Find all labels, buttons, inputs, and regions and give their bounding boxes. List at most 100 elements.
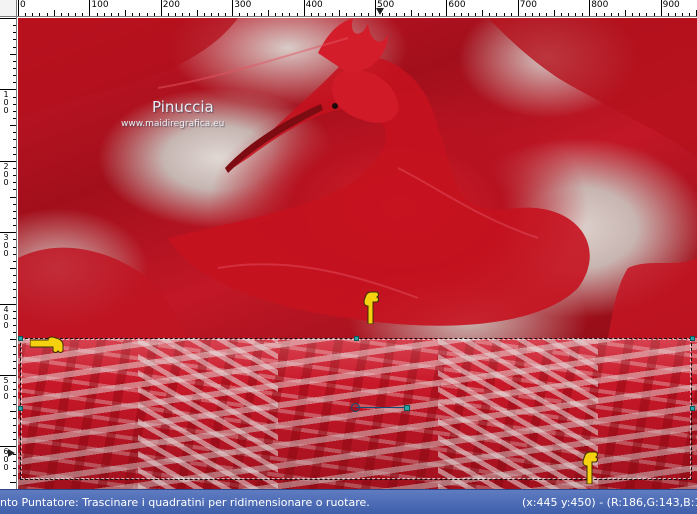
ruler-tick — [13, 153, 16, 155]
ruler-tick — [13, 310, 16, 312]
horizontal-ruler[interactable]: 0 100 200 300 400 500 600 700 800 900 — [0, 0, 697, 17]
ruler-tick — [13, 167, 16, 169]
ruler-tick — [532, 13, 534, 16]
ruler-tick — [596, 13, 598, 16]
ruler-tick — [632, 13, 633, 16]
ruler-tick — [175, 13, 177, 16]
ruler-tick — [510, 13, 512, 16]
ruler-label: 600 — [3, 447, 9, 473]
ruler-tick — [103, 13, 105, 16]
ruler-label: 100 — [3, 90, 9, 116]
rotation-handle[interactable] — [404, 405, 410, 411]
pointing-hand-left-icon — [30, 336, 64, 353]
ruler-tick — [253, 13, 255, 16]
ruler-tick — [467, 13, 469, 16]
ruler-label: 300 — [3, 233, 9, 259]
ruler-tick — [582, 13, 584, 16]
ruler-tick — [296, 13, 298, 16]
ruler-tick — [13, 175, 16, 177]
ruler-tick — [13, 68, 16, 69]
ruler-tick — [13, 75, 16, 77]
ruler-tick — [13, 103, 16, 105]
status-bar: nto Puntatore: Trascinare i quadratini p… — [0, 489, 697, 514]
ruler-tick — [13, 475, 16, 476]
ruler-tick — [13, 110, 16, 112]
resize-handle-top-center[interactable] — [354, 336, 359, 341]
ruler-tick — [182, 13, 184, 16]
red-bird-artwork — [18, 18, 697, 338]
ruler-tick — [96, 13, 98, 16]
resize-handle-top-right[interactable] — [690, 336, 695, 341]
bird-image-layer: Pinuccia www.maidiregrafica.eu — [18, 18, 697, 338]
ruler-tick — [60, 13, 62, 16]
ruler-tick — [13, 139, 16, 141]
ruler-tick — [353, 13, 355, 16]
resize-handle-middle-left[interactable] — [18, 406, 23, 411]
ruler-tick — [13, 182, 16, 184]
ruler-tick — [13, 246, 16, 248]
ruler-tick — [13, 317, 16, 319]
ruler-tick — [32, 13, 34, 16]
ruler-tick — [53, 10, 55, 16]
ruler-tick — [489, 13, 491, 16]
pivot-point[interactable] — [351, 403, 360, 412]
ruler-tick — [360, 13, 362, 16]
ruler-tick — [10, 53, 16, 55]
ruler-tick — [10, 125, 16, 127]
image-canvas[interactable]: Pinuccia www.maidiregrafica.eu — [18, 18, 697, 489]
ruler-tick — [389, 13, 391, 16]
ruler-tick — [539, 13, 541, 16]
ruler-tick — [13, 189, 16, 191]
ruler-tick — [610, 13, 612, 16]
ruler-tick — [439, 13, 441, 16]
ruler-label: 200 — [3, 161, 9, 187]
ruler-tick — [10, 196, 16, 198]
ruler-tick — [118, 13, 119, 16]
ruler-tick — [10, 339, 16, 341]
ruler-tick — [246, 13, 248, 16]
ruler-label: 900 — [662, 0, 680, 10]
ruler-tick — [82, 13, 84, 16]
ruler-tick — [13, 353, 16, 355]
ruler-tick — [13, 203, 16, 205]
ruler-tick — [682, 13, 683, 16]
ruler-tick — [225, 13, 227, 16]
ruler-label: 400 — [305, 0, 323, 10]
ruler-tick — [46, 13, 48, 16]
ruler-tick — [13, 467, 16, 469]
resize-handle-middle-right[interactable] — [690, 406, 695, 411]
ruler-tick — [217, 13, 219, 16]
ruler-tick — [13, 32, 16, 34]
ruler-tick — [13, 296, 16, 298]
ruler-tick — [432, 13, 434, 16]
ruler-tick — [13, 253, 16, 255]
ruler-tick — [282, 13, 284, 16]
vertical-ruler[interactable]: 100 200 300 400 500 600 — [0, 17, 17, 489]
ruler-tick — [10, 267, 16, 269]
ruler-tick — [210, 13, 212, 16]
ruler-tick — [367, 13, 369, 16]
ruler-tick — [13, 282, 16, 284]
ruler-tick — [332, 13, 334, 16]
ruler-tick — [203, 13, 205, 16]
ruler-tick — [410, 10, 412, 16]
ruler-tick — [396, 13, 398, 16]
ruler-tick — [196, 10, 198, 16]
ruler-tick — [524, 13, 526, 16]
ruler-tick — [13, 367, 16, 369]
ruler-tick — [25, 13, 27, 16]
ruler-tick — [239, 13, 241, 16]
ruler-tick — [667, 13, 669, 16]
resize-handle-top-left[interactable] — [18, 336, 23, 341]
ruler-tick — [460, 13, 462, 16]
ruler-tick — [13, 425, 16, 426]
ruler-tick — [346, 13, 348, 16]
ruler-tick — [13, 403, 16, 405]
ruler-label: 200 — [162, 0, 180, 10]
status-cursor-info: (x:445 y:450) - (R:186,G:143,B:139 — [522, 496, 697, 509]
ruler-tick — [13, 439, 16, 441]
ruler-tick — [13, 382, 16, 384]
ruler-tick — [75, 13, 77, 16]
ruler-tick — [403, 13, 405, 16]
watermark-name: Pinuccia — [152, 98, 214, 116]
